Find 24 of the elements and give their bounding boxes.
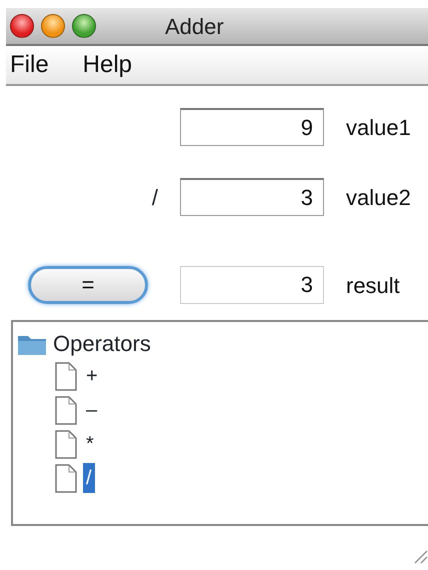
resize-grip-icon[interactable] — [414, 550, 428, 564]
field-label: result — [346, 272, 400, 300]
equals-button[interactable]: = — [28, 266, 148, 304]
window-title: Adder — [165, 12, 224, 40]
tree-item[interactable]: + — [83, 361, 101, 391]
field-label: value1 — [346, 114, 411, 142]
tree-node[interactable]: Operators — [53, 327, 151, 360]
value-field[interactable]: 9 — [180, 108, 324, 146]
tree-item[interactable]: – — [83, 395, 100, 425]
menu-item[interactable]: File — [10, 47, 49, 83]
close-button[interactable] — [10, 14, 34, 38]
file-icon — [55, 396, 77, 424]
operator-label: / — [152, 184, 158, 212]
file-icon — [55, 430, 77, 458]
menu-item[interactable]: Help — [82, 47, 132, 83]
tree-item[interactable]: / — [83, 463, 95, 493]
field-label: value2 — [346, 184, 411, 212]
result-field[interactable]: 3 — [180, 266, 324, 304]
file-icon — [55, 464, 77, 492]
value-field[interactable]: 3 — [180, 178, 324, 216]
file-icon — [55, 362, 77, 390]
minimize-button[interactable] — [41, 14, 65, 38]
tree-item[interactable]: * — [83, 429, 97, 459]
zoom-button[interactable] — [72, 14, 96, 38]
